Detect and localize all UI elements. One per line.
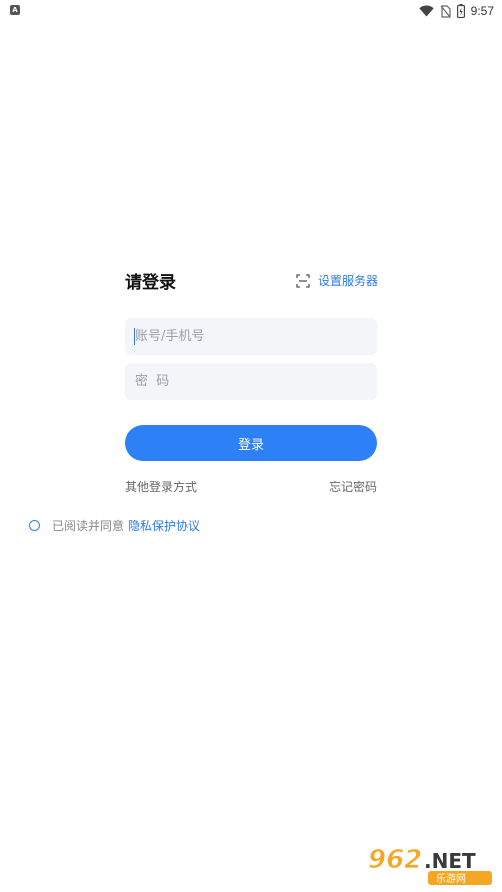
server-settings-label: 设置服务器 [318,274,379,288]
other-login-link[interactable]: 其他登录方式 [125,478,197,495]
account-input[interactable] [125,318,377,355]
battery-icon [456,4,465,18]
login-button[interactable]: 登录 [125,425,377,461]
forgot-password-link[interactable]: 忘记密码 [329,478,377,495]
svg-text:962: 962 [368,845,422,875]
status-time: 9:57 [470,4,494,18]
notification-app-icon: A [10,5,20,15]
agreement-checkbox[interactable] [29,520,40,531]
server-settings-button[interactable]: 设置服务器 [296,272,378,289]
scan-icon [296,273,310,288]
status-icons: 9:57 [418,3,494,19]
privacy-policy-link[interactable]: 隐私保护协议 [128,517,200,534]
text-cursor [134,328,135,345]
no-sim-icon [440,4,451,18]
agreement-prefix: 已阅读并同意 [52,519,125,533]
svg-text:乐游网: 乐游网 [436,872,466,885]
svg-text:.NET: .NET [424,849,476,873]
password-input[interactable] [125,363,377,400]
account-field-container [125,318,377,355]
login-title: 请登录 [125,273,176,293]
wifi-icon [418,5,434,17]
agreement-row: 已阅读并同意 隐私保护协议 [29,517,200,534]
site-watermark-logo: 962 .NET 乐游网 [368,845,492,885]
status-bar: A 9:57 [0,0,502,22]
password-field-container [125,363,377,400]
